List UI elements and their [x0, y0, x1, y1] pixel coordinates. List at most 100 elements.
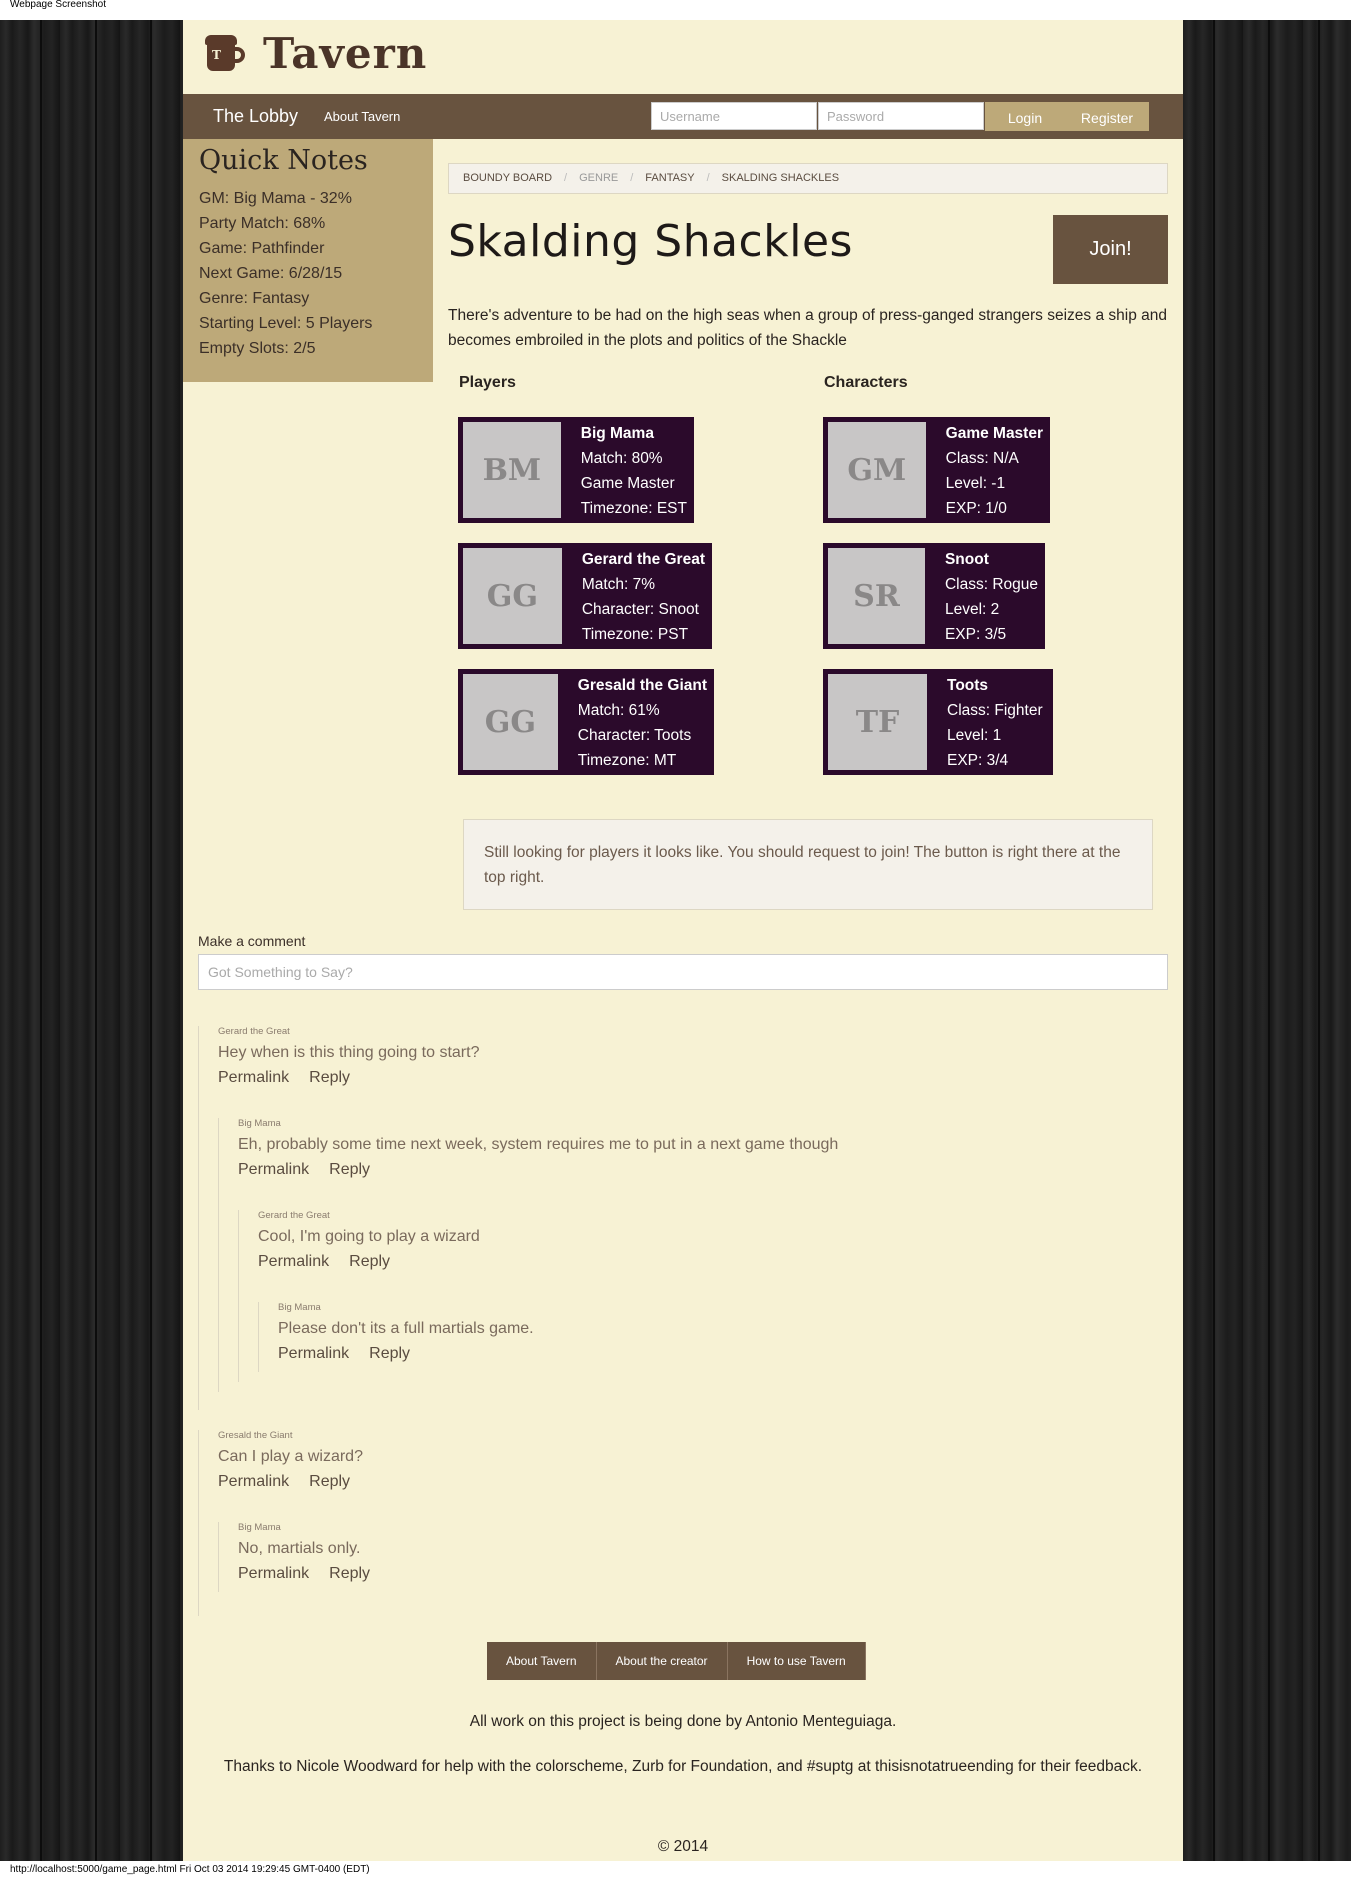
quick-notes-panel: Quick Notes GM: Big Mama - 32% Party Mat…: [183, 139, 433, 382]
player-detail: Game Master: [580, 475, 675, 492]
comment-author[interactable]: Big Mama: [278, 1302, 1168, 1316]
player-name: Big Mama: [580, 425, 654, 442]
permalink-link[interactable]: Permalink: [278, 1345, 349, 1362]
top-navbar: The Lobby About Tavern Login Register: [183, 94, 1183, 139]
wood-background-left: [0, 20, 183, 1861]
breadcrumb-item-genre: Genre: [579, 172, 619, 184]
print-header: Webpage Screenshot: [0, 0, 1351, 20]
player-card[interactable]: GG Gerard the Great Match: 7% Character:…: [458, 543, 712, 649]
footer-link-about[interactable]: About Tavern: [487, 1642, 597, 1680]
character-name: Toots: [947, 677, 989, 694]
comment: Big Mama No, martials only. Permalink Rep…: [238, 1522, 1168, 1586]
comment-thread: Gerard the Great Hey when is this thing …: [198, 1026, 1168, 1410]
avatar: BM: [461, 420, 563, 520]
reply-thread: Gerard the Great Cool, I'm going to play…: [238, 1210, 1168, 1382]
character-detail: EXP: 3/4: [947, 752, 1009, 769]
reply-thread: Big Mama Eh, probably some time next wee…: [218, 1118, 1168, 1392]
reply-thread: Big Mama Please don't its a full martial…: [258, 1302, 1168, 1372]
breadcrumb-item-board[interactable]: Boundy Board: [463, 172, 552, 184]
permalink-link[interactable]: Permalink: [218, 1473, 289, 1490]
character-detail: Class: Fighter: [947, 702, 1043, 719]
comment-text: Cool, I'm going to play a wizard: [258, 1228, 480, 1245]
comment-text: No, martials only.: [238, 1540, 361, 1557]
beer-mug-icon: T: [205, 35, 245, 71]
game-description: There's adventure to be had on the high …: [448, 307, 1168, 349]
site-name: Tavern: [263, 28, 428, 78]
join-notice: Still looking for players it looks like.…: [463, 819, 1153, 910]
reply-link[interactable]: Reply: [329, 1565, 370, 1582]
player-card[interactable]: BM Big Mama Match: 80% Game Master Timez…: [458, 417, 694, 523]
character-detail: EXP: 1/0: [945, 500, 1007, 517]
join-button[interactable]: Join!: [1053, 215, 1168, 284]
player-name: Gresald the Giant: [577, 677, 707, 694]
password-input[interactable]: [818, 102, 984, 130]
player-detail: Match: 80%: [580, 450, 663, 467]
character-card[interactable]: SR Snoot Class: Rogue Level: 2 EXP: 3/5: [823, 543, 1045, 649]
player-detail: Timezone: EST: [580, 500, 687, 517]
footer-link-creator[interactable]: About the creator: [596, 1642, 728, 1680]
avatar: GG: [461, 546, 564, 646]
comment: Gresald the Giant Can I play a wizard? P…: [218, 1430, 1168, 1494]
quick-note: Genre: Fantasy: [199, 290, 310, 307]
quick-note: Empty Slots: 2/5: [199, 340, 316, 357]
character-name: Game Master: [945, 425, 1043, 442]
comment: Gerard the Great Cool, I'm going to play…: [258, 1210, 1168, 1274]
permalink-link[interactable]: Permalink: [258, 1253, 329, 1270]
reply-link[interactable]: Reply: [309, 1473, 350, 1490]
player-detail: Timezone: PST: [581, 626, 689, 643]
permalink-link[interactable]: Permalink: [238, 1565, 309, 1582]
quick-note: Party Match: 68%: [199, 215, 326, 232]
player-card[interactable]: GG Gresald the Giant Match: 61% Characte…: [458, 669, 714, 775]
comment-input[interactable]: [198, 954, 1168, 990]
comment-text: Please don't its a full martials game.: [278, 1320, 534, 1337]
footer-link-howto[interactable]: How to use Tavern: [727, 1642, 866, 1680]
username-input[interactable]: [651, 102, 817, 130]
reply-link[interactable]: Reply: [329, 1161, 370, 1178]
reply-link[interactable]: Reply: [309, 1069, 350, 1086]
comment: Big Mama Please don't its a full martial…: [278, 1302, 1168, 1366]
avatar: TF: [826, 672, 929, 772]
site-logo[interactable]: T Tavern: [205, 28, 428, 78]
comment-text: Eh, probably some time next week, system…: [238, 1136, 839, 1153]
footer-credit: All work on this project is being done b…: [469, 1713, 897, 1730]
permalink-link[interactable]: Permalink: [218, 1069, 289, 1086]
avatar: SR: [826, 546, 927, 646]
comment-author[interactable]: Gresald the Giant: [218, 1430, 1168, 1444]
characters-heading: Characters: [824, 374, 908, 391]
permalink-link[interactable]: Permalink: [238, 1161, 309, 1178]
avatar: GM: [826, 420, 928, 520]
comment-text: Can I play a wizard?: [218, 1448, 363, 1465]
breadcrumb-item-fantasy[interactable]: Fantasy: [645, 172, 694, 184]
player-detail: Match: 7%: [581, 576, 656, 593]
page-container: T Tavern The Lobby About Tavern Login Re…: [183, 20, 1183, 1861]
avatar: GG: [461, 672, 560, 772]
players-heading: Players: [459, 374, 516, 391]
login-button[interactable]: Login: [985, 102, 1065, 131]
page-title: Skalding Shackles: [448, 216, 853, 267]
footer-nav: About Tavern About the creator How to us…: [487, 1642, 866, 1680]
reply-link[interactable]: Reply: [349, 1253, 390, 1270]
quick-note: Starting Level: 5 Players: [199, 315, 373, 332]
player-detail: Match: 61%: [577, 702, 660, 719]
nav-about-link[interactable]: About Tavern: [324, 109, 400, 124]
comment-author[interactable]: Gerard the Great: [258, 1210, 1168, 1224]
comment-label: Make a comment: [198, 933, 306, 949]
quick-note: Next Game: 6/28/15: [199, 265, 343, 282]
quick-notes-title: Quick Notes: [199, 145, 368, 176]
character-detail: Level: 2: [944, 601, 1000, 618]
register-button[interactable]: Register: [1065, 102, 1149, 131]
breadcrumb-item-current: Skalding Shackles: [721, 172, 840, 184]
comment: Big Mama Eh, probably some time next wee…: [238, 1118, 1168, 1182]
footer-copyright: © 2014: [657, 1838, 709, 1855]
comment-author[interactable]: Big Mama: [238, 1118, 1168, 1132]
breadcrumb: Boundy Board / Genre / Fantasy / Skalding Shac…: [448, 163, 1168, 194]
footer-thanks: Thanks to Nicole Woodward for help with …: [223, 1758, 1143, 1775]
character-card[interactable]: GM Game Master Class: N/A Level: -1 EXP:…: [823, 417, 1050, 523]
character-detail: Level: -1: [945, 475, 1006, 492]
character-card[interactable]: TF Toots Class: Fighter Level: 1 EXP: 3/…: [823, 669, 1053, 775]
reply-link[interactable]: Reply: [369, 1345, 410, 1362]
comment-author[interactable]: Gerard the Great: [218, 1026, 1168, 1040]
nav-lobby-link[interactable]: The Lobby: [213, 106, 298, 127]
comment-author[interactable]: Big Mama: [238, 1522, 1168, 1536]
print-footer: http://localhost:5000/game_page.html Fri…: [0, 1861, 1351, 1879]
